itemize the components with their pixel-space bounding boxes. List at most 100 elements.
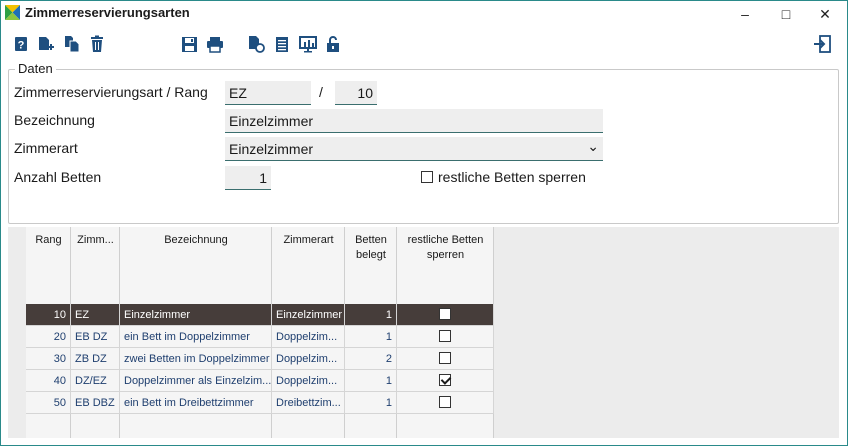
table-row[interactable]: 10 EZ Einzelzimmer Einzelzimmer 1 [26,304,500,326]
new-record-icon [39,37,54,50]
cell-zimmerart: Doppelzim... [272,326,345,348]
header-zimmerart[interactable]: Zimmerart [272,233,345,248]
refresh-button[interactable] [246,33,266,55]
cell-betten: 2 [345,348,397,370]
cell-betten: 1 [345,304,397,326]
table-row[interactable]: 40 DZ/EZ Doppelzimmer als Einzelzim... Dopp… [26,370,500,392]
list-icon [276,36,288,52]
cell-rang: 10 [26,304,71,326]
header-zimm[interactable]: Zimm... [71,233,120,248]
cell-zimm: EB DZ [71,326,120,348]
header-sperren-line1: restliche Betten [407,234,484,246]
header-sperren[interactable]: restliche Betten sperren [397,233,494,263]
cell-zimm: EZ [71,304,120,326]
cell-bezeichnung: Doppelzimmer als Einzelzim... [120,370,272,392]
save-button[interactable] [179,33,199,55]
minimize-button[interactable]: – [727,1,763,27]
cell-zimm: EB DBZ [71,392,120,414]
slash-separator: / [319,84,323,100]
cell-betten: 1 [345,392,397,414]
bezeichnung-label: Bezeichnung [14,112,95,128]
delete-button[interactable] [87,33,107,55]
header-bezeichnung[interactable]: Bezeichnung [120,233,272,248]
lock-remaining-beds-row-checkbox[interactable] [439,396,451,409]
exit-button[interactable] [812,33,832,55]
cell-bezeichnung: zwei Betten im Doppelzimmer [120,348,272,370]
cell-sperren [397,392,494,414]
table-row[interactable]: 30 ZB DZ zwei Betten im Doppelzimmer Doppel… [26,348,500,370]
lock-remaining-beds-label: restliche Betten sperren [438,169,586,185]
reservation-type-value: EZ [229,84,247,101]
lock-remaining-beds-checkbox[interactable] [421,171,433,183]
main-window: Zimmerreservierungsarten – □ ✕ ? Daten Z… [0,0,848,446]
close-button[interactable]: ✕ [807,1,843,27]
lock-remaining-beds-row-checkbox[interactable] [439,330,451,343]
zimmerart-label: Zimmerart [14,140,78,156]
header-sperren-line2: sperren [426,249,465,261]
room-type-select[interactable]: Einzelzimmer ⌄ [225,137,603,161]
cell-sperren [397,370,494,392]
header-rang[interactable]: Rang [26,233,71,248]
svg-text:?: ? [18,40,25,52]
exit-icon [814,35,831,53]
rank-field[interactable]: 10 [335,81,377,105]
reservation-types-grid: Rang Zimm... Bezeichnung Zimmerart Bette… [8,227,839,438]
chart-icon [299,35,317,52]
table-row[interactable]: 20 EB DZ ein Bett im Doppelzimmer Doppelzim… [26,326,500,348]
cell-sperren [397,326,494,348]
description-value: Einzelzimmer [229,112,314,129]
new-record-button[interactable] [36,33,56,55]
description-field[interactable]: Einzelzimmer [225,109,603,133]
app-logo-icon [5,5,20,20]
group-title: Daten [15,61,56,76]
cell-rang: 50 [26,392,71,414]
cell-zimm: DZ/EZ [71,370,120,392]
reservation-type-field[interactable]: EZ [225,81,311,105]
refresh-icon [249,36,265,53]
maximize-button[interactable]: □ [768,1,804,27]
header-betten-line1: Betten [355,234,387,246]
cell-zimmerart: Doppelzim... [272,370,345,392]
copy-record-icon [65,36,80,53]
header-betten-line2: belegt [356,249,386,261]
cell-bezeichnung: Einzelzimmer [120,304,272,326]
copy-record-button[interactable] [62,33,82,55]
window-title: Zimmerreservierungsarten [25,5,190,20]
cell-rang: 40 [26,370,71,392]
cell-betten: 1 [345,370,397,392]
cell-rang: 20 [26,326,71,348]
table-row[interactable]: 50 EB DBZ ein Bett im Dreibettzimmer Dreibe… [26,392,500,414]
save-icon [181,36,197,52]
anzahl-betten-label: Anzahl Betten [14,169,102,185]
chart-button[interactable] [298,33,318,55]
unlock-button[interactable] [323,33,343,55]
room-type-value: Einzelzimmer [229,140,314,157]
help-icon: ? [15,37,27,52]
header-betten[interactable]: Betten belegt [345,233,397,263]
cell-sperren [397,348,494,370]
chevron-down-icon: ⌄ [587,137,599,154]
delete-icon [91,35,103,52]
cell-betten: 1 [345,326,397,348]
lock-remaining-beds-row-checkbox[interactable] [439,374,451,387]
lock-remaining-beds-row-checkbox[interactable] [439,308,451,321]
cell-zimmerart: Doppelzim... [272,348,345,370]
art-rang-label: Zimmerreservierungsart / Rang [14,84,208,100]
title-bar: Zimmerreservierungsarten – □ ✕ [1,1,847,27]
bed-count-value: 1 [259,169,267,186]
cell-bezeichnung: ein Bett im Doppelzimmer [120,326,272,348]
cell-rang: 30 [26,348,71,370]
print-button[interactable] [205,33,225,55]
bed-count-field[interactable]: 1 [225,166,271,190]
cell-bezeichnung: ein Bett im Dreibettzimmer [120,392,272,414]
unlock-icon [327,36,339,52]
cell-zimm: ZB DZ [71,348,120,370]
lock-remaining-beds-row-checkbox[interactable] [439,352,451,365]
cell-sperren [397,304,494,326]
cell-zimmerart: Dreibettzim... [272,392,345,414]
help-button[interactable]: ? [11,33,31,55]
list-button[interactable] [272,33,292,55]
lock-remaining-beds-option[interactable]: restliche Betten sperren [421,169,586,185]
rank-value: 10 [357,84,373,101]
cell-zimmerart: Einzelzimmer [272,304,345,326]
